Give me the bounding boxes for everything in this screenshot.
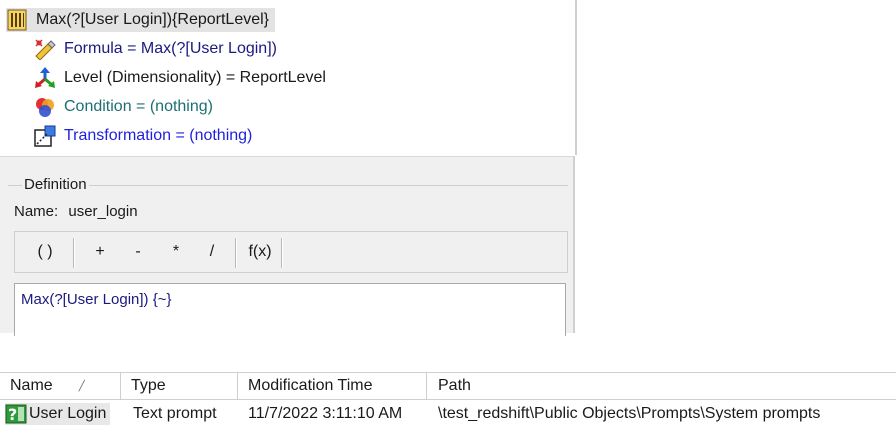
tree-item-formula-label: Formula = Max(?[User Login]): [64, 40, 277, 57]
expression-editor[interactable]: Max(?[User Login]) {~}: [14, 283, 566, 336]
formula-icon: [34, 38, 56, 60]
plus-button[interactable]: +: [85, 232, 115, 272]
metric-icon: [6, 9, 28, 31]
cell-name-text: User Login: [29, 405, 107, 422]
definition-panel: Definition Name: user_login ( ) + - * / …: [0, 156, 575, 336]
toolbar-separator: [281, 238, 283, 268]
definition-caption: Definition: [22, 176, 89, 193]
sort-ascending-icon: ╱: [78, 380, 85, 392]
condition-icon: [34, 96, 56, 118]
cell-name[interactable]: ? User Login: [5, 403, 111, 425]
list-header: Name ╱ Type Modification Time Path: [0, 372, 896, 400]
column-header-type[interactable]: Type: [131, 373, 166, 399]
column-header-modification-time[interactable]: Modification Time: [248, 373, 373, 399]
tree-item-formula[interactable]: Formula = Max(?[User Login]): [34, 37, 277, 61]
text-prompt-icon: ?: [5, 404, 27, 424]
tree-item-transformation-label: Transformation = (nothing): [64, 127, 253, 144]
transformation-icon: [34, 125, 56, 147]
toolbar-separator: [235, 238, 237, 268]
tree-item-level[interactable]: Level (Dimensionality) = ReportLevel: [34, 66, 326, 90]
tree-item-condition-label: Condition = (nothing): [64, 98, 213, 115]
expression-toolbar: ( ) + - * / f(x): [14, 231, 568, 273]
tree-item-level-label: Level (Dimensionality) = ReportLevel: [64, 69, 326, 86]
divide-button[interactable]: /: [197, 232, 227, 272]
tree-root-label: Max(?[User Login]){ReportLevel}: [36, 11, 270, 28]
function-button[interactable]: f(x): [241, 232, 279, 272]
parentheses-button[interactable]: ( ): [21, 232, 69, 272]
tree-root-item[interactable]: Max(?[User Login]){ReportLevel}: [6, 8, 276, 32]
tree-item-transformation[interactable]: Transformation = (nothing): [34, 124, 252, 148]
minus-button[interactable]: -: [123, 232, 153, 272]
metric-tree: Max(?[User Login]){ReportLevel} Formula …: [0, 0, 577, 155]
tree-item-condition[interactable]: Condition = (nothing): [34, 95, 213, 119]
cell-path: \test_redshift\Public Objects\Prompts\Sy…: [438, 405, 821, 422]
multiply-button[interactable]: *: [161, 232, 191, 272]
expression-text: Max(?[User Login]) {~}: [21, 291, 172, 308]
column-divider[interactable]: [426, 373, 427, 399]
toolbar-separator: [73, 238, 75, 268]
column-divider[interactable]: [120, 373, 121, 399]
column-divider[interactable]: [237, 373, 238, 399]
name-value: user_login: [68, 203, 138, 220]
definition-group-border: [8, 185, 568, 186]
level-icon: [34, 67, 56, 89]
cell-type: Text prompt: [133, 405, 217, 422]
column-header-name-label: Name: [10, 377, 53, 394]
name-row: Name: user_login: [14, 203, 138, 220]
column-header-path[interactable]: Path: [438, 373, 471, 399]
column-header-name[interactable]: Name ╱: [10, 373, 85, 399]
name-label: Name:: [14, 203, 59, 220]
svg-text:?: ?: [8, 405, 17, 424]
cell-modification-time: 11/7/2022 3:11:10 AM: [248, 405, 403, 422]
